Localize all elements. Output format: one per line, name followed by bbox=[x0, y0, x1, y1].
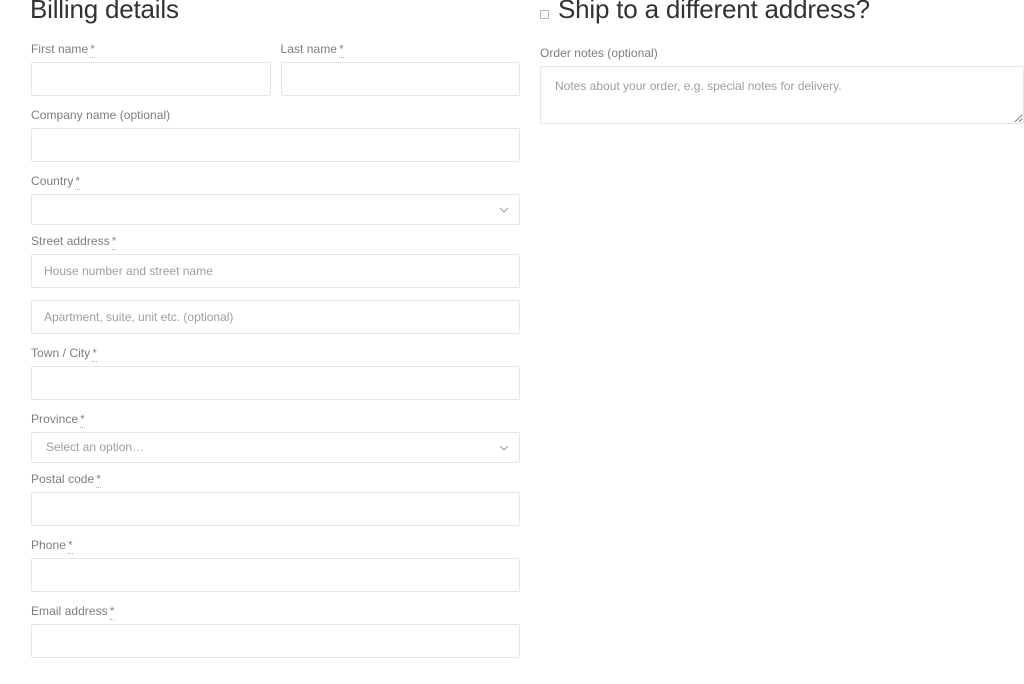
billing-details-heading: Billing details bbox=[30, 0, 179, 24]
first-name-input[interactable] bbox=[31, 62, 271, 96]
order-notes-textarea[interactable] bbox=[540, 66, 1024, 124]
checkout-page: Billing details First name * Last name * C… bbox=[0, 0, 1024, 684]
required-asterisk: * bbox=[96, 472, 101, 488]
required-asterisk: * bbox=[338, 42, 344, 58]
province-label: Province * bbox=[31, 412, 520, 428]
field-email-address: Email address * bbox=[31, 604, 520, 658]
last-name-label-text: Last name bbox=[280, 42, 337, 56]
first-name-label-text: First name bbox=[31, 42, 89, 56]
field-postal-code: Postal code * bbox=[31, 472, 520, 526]
country-select[interactable] bbox=[31, 194, 520, 225]
country-select-wrap bbox=[31, 194, 520, 225]
order-notes-label: Order notes (optional) bbox=[540, 46, 658, 60]
town-city-input[interactable] bbox=[31, 366, 520, 400]
country-label: Country * bbox=[31, 174, 520, 190]
email-address-label-text: Email address bbox=[31, 604, 108, 618]
field-street-address: Street address * bbox=[31, 234, 520, 288]
postal-code-label: Postal code * bbox=[31, 472, 520, 488]
last-name-label: Last name * bbox=[280, 42, 521, 58]
province-label-text: Province bbox=[31, 412, 79, 426]
country-label-text: Country bbox=[31, 174, 74, 188]
postal-code-label-text: Postal code bbox=[31, 472, 95, 486]
ship-to-different-address-checkbox[interactable] bbox=[540, 9, 549, 19]
required-asterisk: * bbox=[75, 174, 81, 190]
street-address-label: Street address * bbox=[31, 234, 520, 250]
phone-label: Phone * bbox=[31, 538, 520, 554]
town-city-label-text: Town / City bbox=[31, 346, 91, 360]
company-name-label: Company name (optional) bbox=[31, 108, 171, 122]
field-phone: Phone * bbox=[31, 538, 520, 592]
field-street-address-2 bbox=[31, 300, 520, 334]
email-address-input[interactable] bbox=[31, 624, 520, 658]
last-name-input[interactable] bbox=[280, 62, 520, 96]
province-select[interactable]: Select an option… bbox=[31, 432, 520, 463]
ship-to-different-address-heading: Ship to a different address? bbox=[558, 0, 870, 24]
street-address-line1-input[interactable] bbox=[31, 254, 520, 288]
field-order-notes: Order notes (optional) bbox=[540, 46, 1024, 124]
field-last-name: Last name * bbox=[280, 42, 521, 96]
required-asterisk: * bbox=[92, 346, 97, 362]
street-address-label-text: Street address bbox=[31, 234, 110, 248]
field-town-city: Town / City * bbox=[31, 346, 520, 400]
email-address-label: Email address * bbox=[31, 604, 520, 620]
name-row: First name * Last name * bbox=[31, 42, 520, 96]
company-name-input[interactable] bbox=[31, 128, 520, 162]
required-asterisk: * bbox=[109, 604, 115, 620]
province-select-wrap: Select an option… bbox=[31, 432, 520, 463]
billing-details-section: Billing details First name * Last name * C… bbox=[30, 0, 520, 658]
required-asterisk: * bbox=[111, 234, 117, 250]
ship-to-different-address-row[interactable]: Ship to a different address? bbox=[540, 0, 1024, 24]
required-asterisk: * bbox=[67, 538, 73, 554]
field-country: Country * bbox=[31, 174, 520, 225]
field-first-name: First name * bbox=[31, 42, 271, 96]
phone-label-text: Phone bbox=[31, 538, 66, 552]
phone-input[interactable] bbox=[31, 558, 520, 592]
field-company-name: Company name (optional) bbox=[31, 108, 520, 162]
town-city-label: Town / City * bbox=[31, 346, 520, 362]
first-name-label: First name * bbox=[31, 42, 271, 58]
postal-code-input[interactable] bbox=[31, 492, 520, 526]
required-asterisk: * bbox=[90, 42, 95, 58]
shipping-section: Ship to a different address? Order notes… bbox=[540, 0, 1024, 124]
required-asterisk: * bbox=[80, 412, 85, 428]
street-address-line2-input[interactable] bbox=[31, 300, 520, 334]
field-province: Province * Select an option… bbox=[31, 412, 520, 463]
